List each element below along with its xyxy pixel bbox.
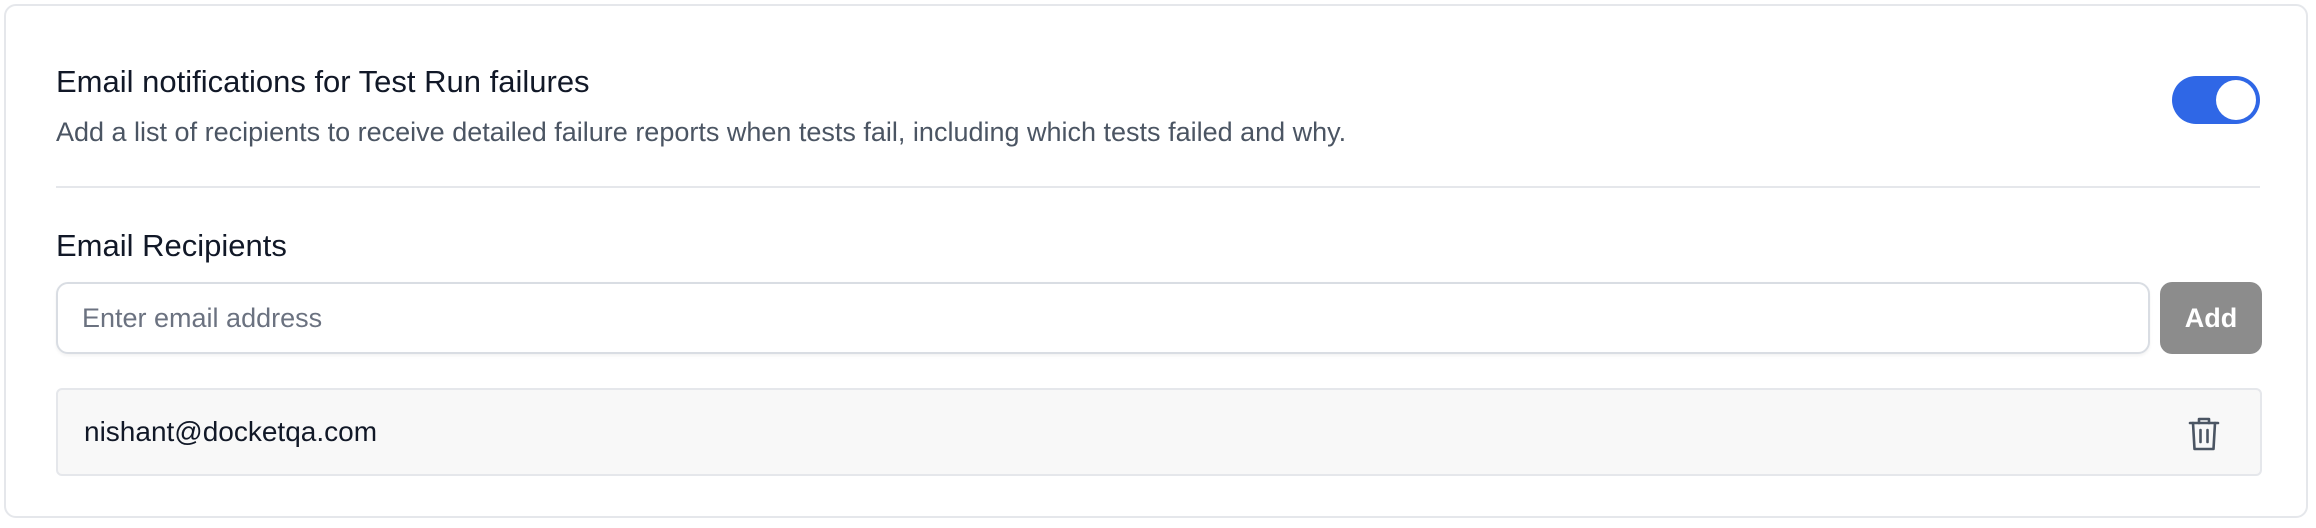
- notifications-description: Add a list of recipients to receive deta…: [56, 117, 1347, 147]
- recipient-list-item: nishant@docketqa.com: [56, 388, 2262, 476]
- add-recipient-button[interactable]: Add: [2160, 282, 2262, 354]
- notifications-title: Email notifications for Test Run failure…: [56, 64, 590, 99]
- recipients-section-title: Email Recipients: [56, 228, 287, 263]
- recipient-email: nishant@docketqa.com: [84, 416, 378, 447]
- delete-recipient-button[interactable]: [2182, 412, 2226, 456]
- email-notifications-card: Email notifications for Test Run failure…: [4, 4, 2308, 518]
- section-divider: [56, 186, 2260, 188]
- notifications-toggle[interactable]: [2172, 76, 2260, 124]
- email-address-input[interactable]: [56, 282, 2150, 354]
- trash-icon: [2188, 417, 2220, 451]
- toggle-knob: [2216, 80, 2256, 120]
